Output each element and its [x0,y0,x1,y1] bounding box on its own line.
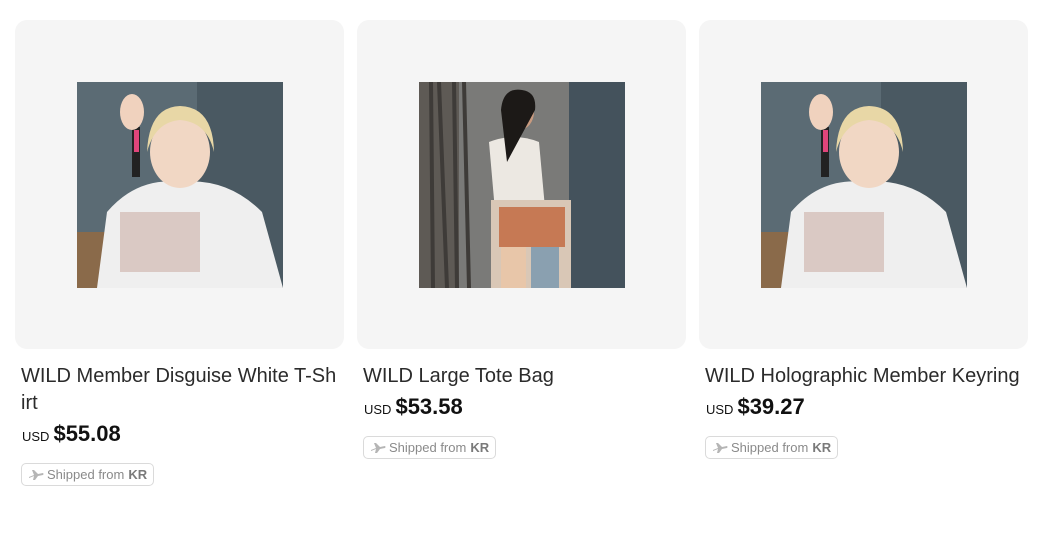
shipping-country: KR [812,440,832,455]
product-title[interactable]: WILD Holographic Member Keyring [705,363,1022,390]
product-thumbnail[interactable] [699,20,1028,349]
product-thumbnail[interactable] [15,20,344,349]
shipping-badge: Shipped from KR [705,436,839,459]
product-card[interactable]: WILD Large Tote Bag USD $53.58 Shipped f… [357,20,686,486]
product-thumbnail[interactable] [357,20,686,349]
price-amount: $53.58 [395,394,463,419]
product-image [418,81,625,288]
airplane-icon [29,469,44,480]
currency-code: USD [22,429,50,444]
shipping-text: Shipped from [731,440,809,455]
airplane-icon [371,442,386,453]
shipping-badge: Shipped from KR [363,436,497,459]
product-image [76,81,283,288]
shipping-country: KR [128,467,148,482]
product-price: USD $55.08 [22,421,338,447]
shipping-text: Shipped from [389,440,467,455]
price-amount: $55.08 [53,421,121,446]
price-amount: $39.27 [737,394,805,419]
airplane-icon [713,442,728,453]
currency-code: USD [706,402,734,417]
product-grid: WILD Member Disguise White T-Shirt USD $… [15,20,1028,486]
currency-code: USD [364,402,392,417]
shipping-badge: Shipped from KR [21,463,155,486]
product-price: USD $53.58 [364,394,680,420]
product-image [760,81,967,288]
product-title[interactable]: WILD Member Disguise White T-Shirt [21,363,338,417]
product-card[interactable]: WILD Member Disguise White T-Shirt USD $… [15,20,344,486]
product-card[interactable]: WILD Holographic Member Keyring USD $39.… [699,20,1028,486]
shipping-country: KR [470,440,490,455]
product-title[interactable]: WILD Large Tote Bag [363,363,680,390]
product-price: USD $39.27 [706,394,1022,420]
shipping-text: Shipped from [47,467,125,482]
